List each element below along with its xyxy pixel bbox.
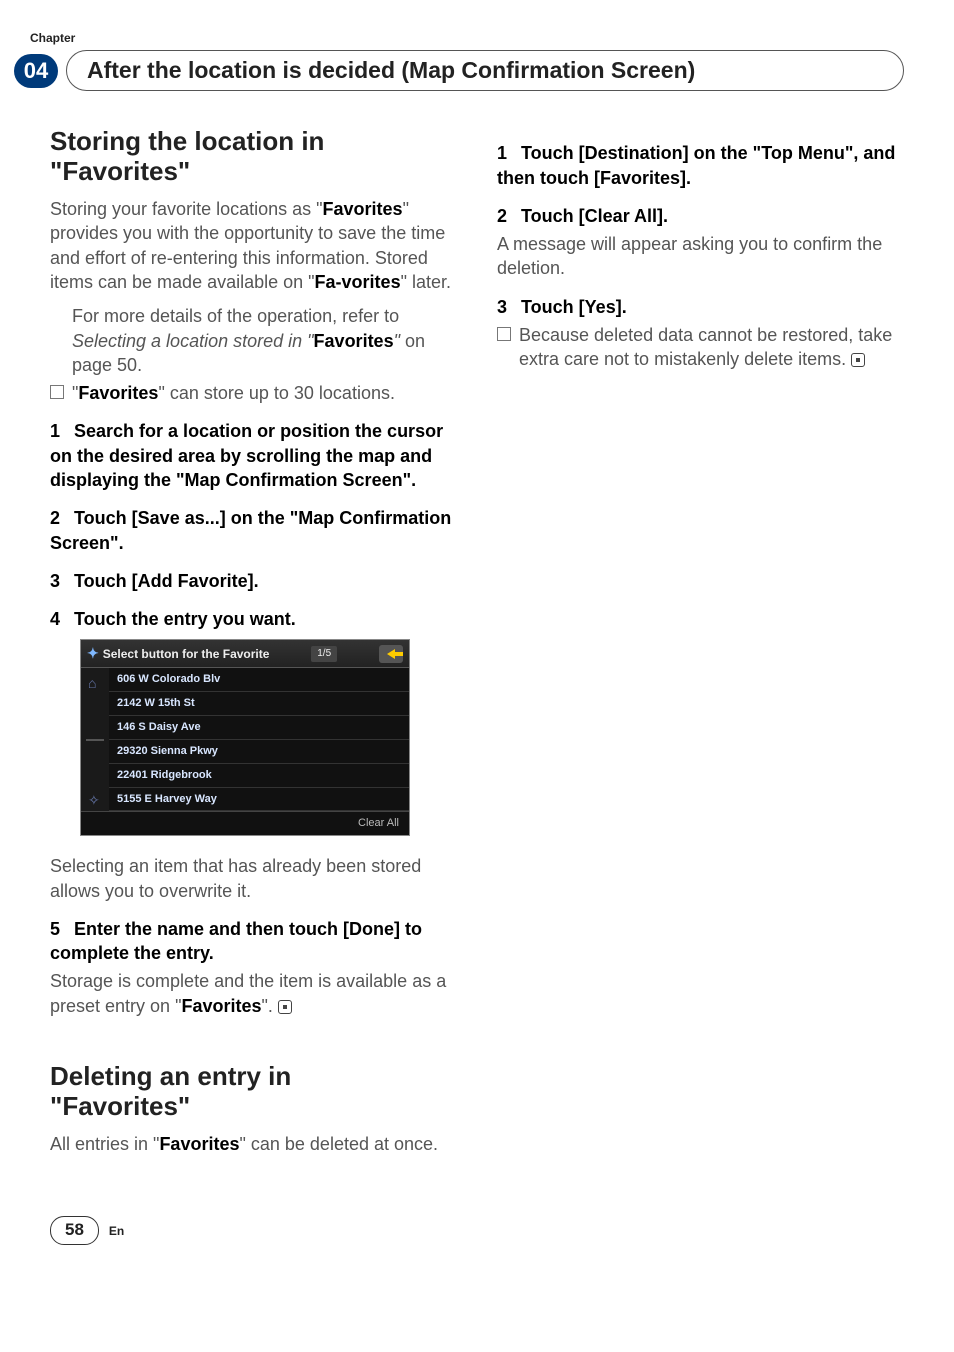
text: " can store up to 30 locations. (158, 383, 395, 403)
list-item[interactable]: 606 W Colorado Blv (109, 668, 409, 692)
checkbox-bullet: "Favorites" can store up to 30 locations… (50, 381, 457, 405)
step-number: 4 (50, 607, 60, 631)
step-text: Touch the entry you want. (74, 609, 296, 629)
text: Because deleted data cannot be restored,… (519, 325, 892, 369)
section-heading-deleting: Deleting an entry in "Favorites" (50, 1062, 457, 1122)
r-step-3: 3 Touch [Yes]. (497, 295, 904, 319)
page-indicator: 1/5 (311, 646, 337, 662)
r-step-1: 1Touch [Destination] on the "Top Menu", … (497, 141, 904, 190)
step-text: Search for a location or position the cu… (50, 421, 443, 490)
step-1: 1Search for a location or position the c… (50, 419, 457, 492)
step-number: 1 (497, 141, 507, 165)
language-label: En (109, 1223, 124, 1239)
text: For more details of the operation, refer… (72, 306, 399, 326)
left-column: Storing the location in "Favorites" Stor… (50, 127, 457, 1166)
section-end-icon (851, 353, 865, 367)
step-number: 2 (497, 204, 507, 228)
step-text: Touch [Add Favorite]. (74, 571, 259, 591)
back-arrow-icon (387, 649, 395, 659)
favorites-list: 606 W Colorado Blv 2142 W 15th St 146 S … (109, 668, 409, 811)
heading-line1: Deleting an entry in (50, 1061, 291, 1091)
text-bold: Favorites (181, 996, 261, 1016)
text-bold: Favorites (314, 331, 394, 351)
text-bold: Favorites (78, 383, 158, 403)
step-2: 2Touch [Save as...] on the "Map Confirma… (50, 506, 457, 555)
r-step-3-bullets: Because deleted data cannot be restored,… (497, 323, 904, 372)
checkbox-bullet: Because deleted data cannot be restored,… (497, 323, 904, 372)
text-italic: Selecting a location stored in " (72, 331, 314, 351)
step-text: Enter the name and then touch [Done] to … (50, 919, 422, 963)
step-text: Touch [Yes]. (521, 297, 627, 317)
heading-line2: "Favorites" (50, 156, 190, 186)
text-bold: Favorites (323, 199, 403, 219)
step-number: 3 (50, 569, 60, 593)
favorites-body: ⌂ ✧ 606 W Colorado Blv 2142 W 15th St 14… (81, 668, 409, 811)
favorites-title: Select button for the Favorite (103, 646, 270, 662)
list-item[interactable]: 29320 Sienna Pkwy (109, 740, 409, 764)
step-4: 4 Touch the entry you want. (50, 607, 457, 631)
poi-icon[interactable]: ✧ (88, 791, 102, 805)
text-italic: " (394, 331, 405, 351)
intro-paragraph: Storing your favorite locations as "Favo… (50, 197, 457, 294)
step-number: 1 (50, 419, 60, 443)
list-item[interactable]: 146 S Daisy Ave (109, 716, 409, 740)
section-end-icon (278, 1000, 292, 1014)
step-number: 3 (497, 295, 507, 319)
text: " later. (401, 272, 451, 292)
text: Storing your favorite locations as " (50, 199, 323, 219)
right-column: 1Touch [Destination] on the "Top Menu", … (497, 127, 904, 1166)
page-header: 04 After the location is decided (Map Co… (50, 50, 904, 91)
list-item[interactable]: 2142 W 15th St (109, 692, 409, 716)
favorites-side: ⌂ ✧ (81, 668, 109, 811)
text-bold: Fa-vorites (315, 272, 401, 292)
chapter-number-badge: 04 (14, 54, 58, 88)
step-5: 5Enter the name and then touch [Done] to… (50, 917, 457, 966)
step-5-followup: Storage is complete and the item is avai… (50, 969, 457, 1018)
favorites-header: ✦ Select button for the Favorite 1/5 (81, 640, 409, 668)
text: All entries in " (50, 1134, 159, 1154)
step-number: 2 (50, 506, 60, 530)
page-title: After the location is decided (Map Confi… (66, 50, 904, 91)
step-text: Touch [Destination] on the "Top Menu", a… (497, 143, 895, 187)
text: ". (262, 996, 273, 1016)
step-3: 3 Touch [Add Favorite]. (50, 569, 457, 593)
step-text: Touch [Save as...] on the "Map Confirmat… (50, 508, 451, 552)
text: " can be deleted at once. (239, 1134, 438, 1154)
r-step-2: 2 Touch [Clear All]. (497, 204, 904, 228)
heading-line2: "Favorites" (50, 1091, 190, 1121)
r-step-2-followup: A message will appear asking you to conf… (497, 232, 904, 281)
clear-all-button[interactable]: Clear All (81, 811, 409, 835)
favorites-panel: ✦ Select button for the Favorite 1/5 ⌂ ✧… (80, 639, 410, 836)
page-number: 58 (50, 1216, 99, 1245)
step-text: Touch [Clear All]. (521, 206, 668, 226)
favorites-screenshot: ✦ Select button for the Favorite 1/5 ⌂ ✧… (50, 639, 457, 836)
text-bold: Favorites (159, 1134, 239, 1154)
delete-intro: All entries in "Favorites" can be delete… (50, 1132, 457, 1156)
after-screenshot-text: Selecting an item that has already been … (50, 854, 457, 903)
star-icon: ✦ (87, 644, 99, 663)
separator (86, 739, 104, 741)
heading-line1: Storing the location in (50, 126, 324, 156)
back-button[interactable] (379, 645, 403, 663)
step-number: 5 (50, 917, 60, 941)
home-icon[interactable]: ⌂ (88, 674, 102, 688)
chapter-label: Chapter (30, 30, 904, 46)
list-item[interactable]: 22401 Ridgebrook (109, 764, 409, 788)
favorites-title-group: ✦ Select button for the Favorite (87, 644, 269, 663)
page-footer: 58 En (50, 1216, 904, 1245)
section-heading-storing: Storing the location in "Favorites" (50, 127, 457, 187)
list-item[interactable]: 5155 E Harvey Way (109, 788, 409, 812)
bullet-list: For more details of the operation, refer… (50, 304, 457, 405)
pointer-bullet: For more details of the operation, refer… (50, 304, 457, 377)
